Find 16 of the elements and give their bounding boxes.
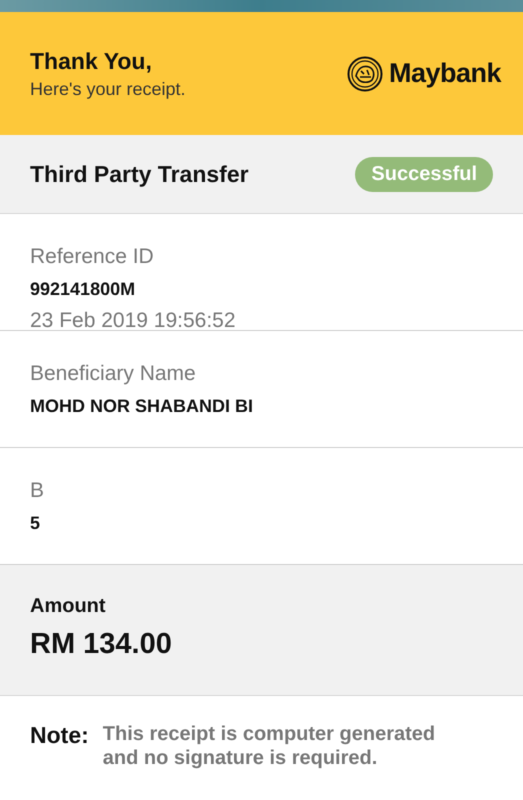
thank-you-title: Thank You, bbox=[30, 48, 153, 74]
field-value: MOHD NOR SHABANDI BI bbox=[30, 395, 254, 418]
status-badge: Successful bbox=[355, 156, 493, 192]
field-label: B bbox=[30, 478, 46, 504]
brand-name: Maybank bbox=[388, 58, 501, 89]
date-time: 23 Feb 2019 19:56:52 bbox=[30, 308, 237, 334]
receipt-subtitle: Here's your receipt. bbox=[30, 78, 186, 100]
note-label: Note: bbox=[30, 722, 89, 750]
field-value: 5 bbox=[30, 512, 42, 535]
field-label: Reference ID bbox=[30, 244, 155, 270]
note-text: This receipt is computer generated and no signature is required. bbox=[102, 722, 436, 770]
field-value: 992141800M bbox=[30, 278, 136, 301]
field-label: Beneficiary Name bbox=[30, 361, 197, 387]
transaction-type: Third Party Transfer bbox=[30, 160, 249, 188]
amount-label: Amount bbox=[30, 595, 107, 618]
amount-value: RM 134.00 bbox=[30, 628, 173, 661]
